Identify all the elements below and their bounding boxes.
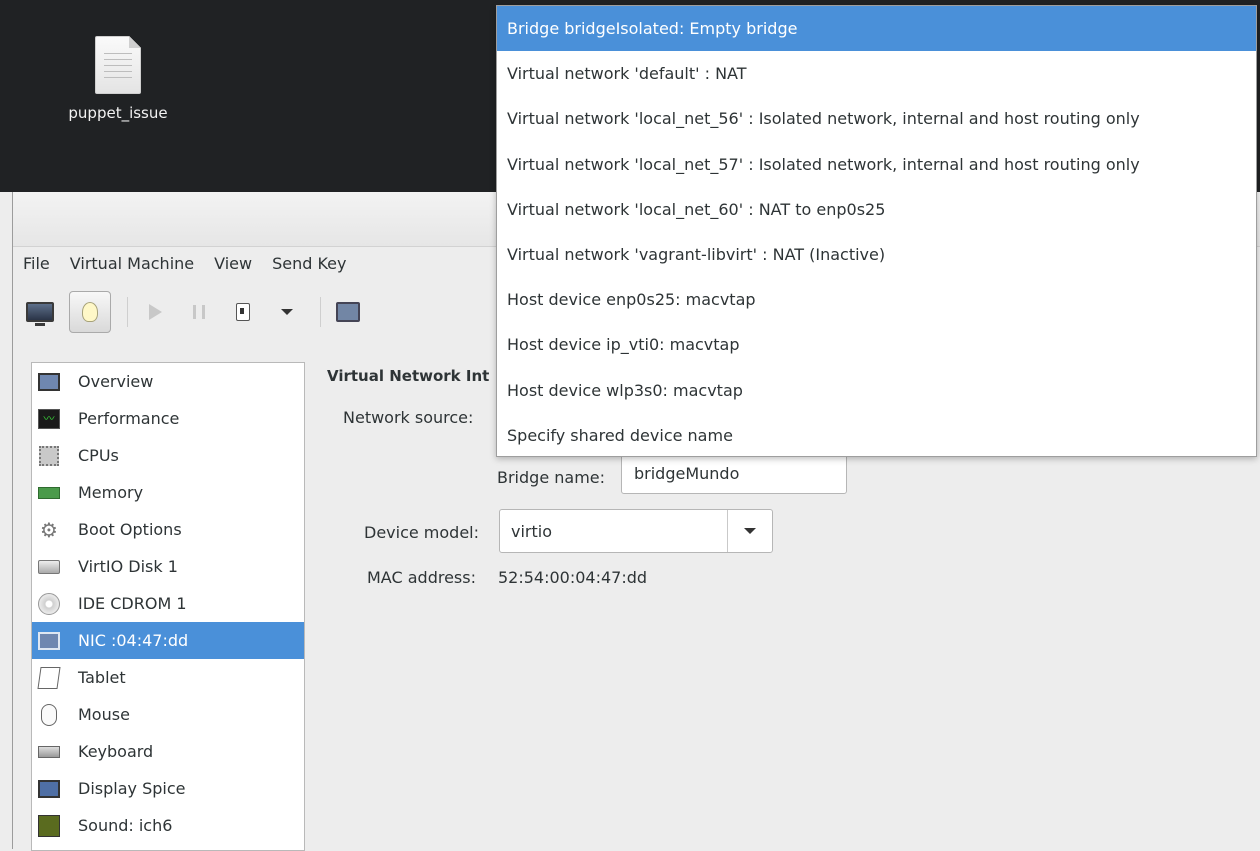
network-option[interactable]: Virtual network 'local_net_60' : NAT to … [497,187,1256,232]
device-model-label: Device model: [364,523,480,542]
bridge-name-label: Bridge name: [497,468,606,487]
bridge-name-input[interactable]: bridgeMundo [621,454,847,494]
sidebar-item-label: Keyboard [78,742,154,761]
desktop-icon-label: puppet_issue [68,104,168,122]
keyboard-icon [38,745,60,758]
pause-button[interactable] [182,295,216,329]
sidebar-item-label: Memory [78,483,144,502]
cpu-icon [39,445,59,466]
toolbar [13,289,493,335]
text-file-icon [95,36,141,94]
sidebar-item-label: VirtIO Disk 1 [78,557,178,576]
sidebar-item-virtio-disk[interactable]: VirtIO Disk 1 [32,548,304,585]
network-option[interactable]: Bridge bridgeIsolated: Empty bridge [497,6,1256,52]
network-option[interactable]: Virtual network 'default' : NAT [497,51,1256,96]
sidebar-item-cpus[interactable]: CPUs [32,437,304,474]
disk-icon [38,559,60,574]
sidebar-item-label: Tablet [78,668,126,687]
display-icon [38,779,60,798]
sidebar-item-boot-options[interactable]: ⚙ Boot Options [32,511,304,548]
sidebar-item-label: Display Spice [78,779,186,798]
shutdown-button[interactable] [226,295,260,329]
lightbulb-icon [82,302,98,322]
toolbar-separator [320,297,321,327]
sidebar-item-display-spice[interactable]: Display Spice [32,770,304,807]
monitor-icon [38,372,60,391]
section-title: Virtual Network Int [327,367,490,385]
sidebar-item-label: Overview [78,372,154,391]
sidebar-item-label: NIC :04:47:dd [78,631,189,650]
menu-file[interactable]: File [23,254,50,280]
sidebar-item-memory[interactable]: Memory [32,474,304,511]
sidebar-item-mouse[interactable]: Mouse [32,696,304,733]
monitor-icon [26,302,54,326]
sidebar-item-label: Boot Options [78,520,182,539]
play-icon [148,304,162,320]
sidebar-item-ide-cdrom[interactable]: IDE CDROM 1 [32,585,304,622]
sidebar-item-keyboard[interactable]: Keyboard [32,733,304,770]
sidebar-item-label: Performance [78,409,180,428]
menu-virtual-machine[interactable]: Virtual Machine [70,254,194,280]
sidebar-item-label: CPUs [78,446,119,465]
performance-icon: 〰 [38,408,60,429]
chevron-down-icon [744,528,756,534]
shutdown-menu-button[interactable] [270,295,304,329]
pause-icon [193,305,205,319]
run-button[interactable] [138,295,172,329]
network-option[interactable]: Host device enp0s25: macvtap [497,277,1256,322]
gears-icon: ⚙ [40,517,58,542]
device-model-select[interactable]: virtio [499,509,773,553]
mac-address-value: 52:54:00:04:47:dd [498,568,648,587]
sidebar-item-performance[interactable]: 〰 Performance [32,400,304,437]
sound-icon [38,814,60,837]
network-option[interactable]: Specify shared device name [497,413,1256,458]
hardware-list: Overview 〰 Performance CPUs Memory ⚙ Boot … [31,362,305,851]
nic-icon [38,631,60,650]
sidebar-item-label: Sound: ich6 [78,816,173,835]
sidebar-item-label: Mouse [78,705,130,724]
desktop-file-puppet-issue[interactable]: puppet_issue [48,36,188,122]
mouse-icon [41,703,57,726]
console-button[interactable] [23,295,57,329]
network-option[interactable]: Virtual network 'local_net_56' : Isolate… [497,96,1256,141]
details-button[interactable] [69,291,111,333]
toolbar-separator [127,297,128,327]
network-option[interactable]: Host device wlp3s0: macvtap [497,368,1256,413]
cdrom-icon [38,592,60,615]
sidebar-item-label: IDE CDROM 1 [78,594,187,613]
network-option[interactable]: Virtual network 'vagrant-libvirt' : NAT … [497,232,1256,277]
chevron-down-icon [281,309,293,315]
network-source-label: Network source: [343,408,474,427]
device-model-dropdown-button[interactable] [727,510,772,552]
power-icon [236,303,250,321]
screens-icon [336,302,360,322]
network-option[interactable]: Virtual network 'local_net_57' : Isolate… [497,142,1256,187]
sidebar-item-sound[interactable]: Sound: ich6 [32,807,304,844]
device-model-value: virtio [511,521,552,541]
menu-send-key[interactable]: Send Key [272,254,346,280]
sidebar-item-tablet[interactable]: Tablet [32,659,304,696]
sidebar-item-nic[interactable]: NIC :04:47:dd [32,622,304,659]
mac-address-label: MAC address: [367,568,476,587]
memory-icon [38,486,60,499]
fullscreen-button[interactable] [331,295,365,329]
tablet-icon [37,666,61,689]
network-source-dropdown: Bridge bridgeIsolated: Empty bridge Virt… [496,5,1257,457]
menu-view[interactable]: View [214,254,252,280]
sidebar-item-overview[interactable]: Overview [32,363,304,400]
menu-bar: File Virtual Machine View Send Key [23,254,366,280]
network-option[interactable]: Host device ip_vti0: macvtap [497,322,1256,367]
